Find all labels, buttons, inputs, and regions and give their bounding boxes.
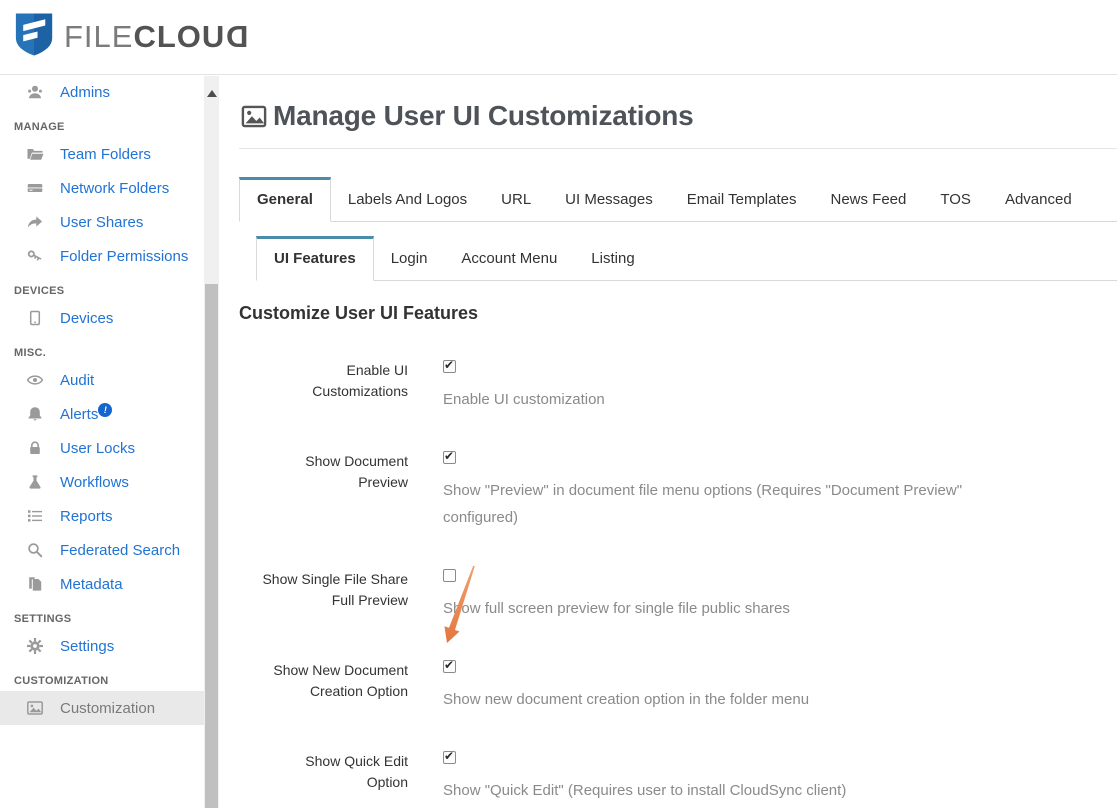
subtab-bar: UI FeaturesLoginAccount MenuListing bbox=[256, 236, 1117, 281]
brand-name: FILECLOUD bbox=[64, 19, 249, 55]
settings-icon bbox=[26, 637, 44, 655]
setting-help-text: Show "Preview" in document file menu opt… bbox=[443, 477, 983, 531]
checkbox-show-new-document-creation-option[interactable] bbox=[443, 660, 456, 673]
sidebar-item-label: Folder Permissions bbox=[60, 248, 188, 265]
subtab-ui-features[interactable]: UI Features bbox=[256, 236, 374, 281]
filecloud-shield-icon bbox=[14, 11, 54, 63]
tab-news-feed[interactable]: News Feed bbox=[814, 178, 924, 221]
devices-icon bbox=[26, 309, 44, 327]
tab-ui-messages[interactable]: UI Messages bbox=[548, 178, 670, 221]
sidebar-section-customization: CUSTOMIZATION bbox=[0, 663, 204, 691]
setting-label: Enable UICustomizations bbox=[239, 360, 408, 413]
alerts-badge: ! bbox=[98, 403, 112, 417]
title-divider bbox=[239, 148, 1117, 149]
setting-row-show-new-document-creation-option: Show New DocumentCreation Option Show new… bbox=[239, 660, 1117, 713]
audit-icon bbox=[26, 371, 44, 389]
reports-icon bbox=[26, 507, 44, 525]
sidebar-item-label: Devices bbox=[60, 310, 113, 327]
tab-bar: GeneralLabels And LogosURLUI MessagesEma… bbox=[239, 177, 1117, 222]
image-icon bbox=[239, 103, 269, 130]
customization-icon bbox=[26, 699, 44, 717]
sidebar-item-label: Alerts bbox=[60, 406, 98, 423]
tab-url[interactable]: URL bbox=[484, 178, 548, 221]
main-content: Manage User UI Customizations GeneralLab… bbox=[219, 75, 1117, 808]
sidebar-item-label: Audit bbox=[60, 372, 94, 389]
sidebar-section-manage: MANAGE bbox=[0, 109, 204, 137]
admins-icon bbox=[26, 83, 44, 101]
sidebar-item-label: Network Folders bbox=[60, 180, 169, 197]
sidebar-nav: Admins MANAGE Team Folders Network Folders U… bbox=[0, 75, 204, 808]
tab-tos[interactable]: TOS bbox=[923, 178, 988, 221]
federated-search-icon bbox=[26, 541, 44, 559]
alerts-icon bbox=[26, 405, 44, 423]
settings-form: Enable UICustomizations Enable UI customi… bbox=[239, 360, 1117, 804]
sidebar-item-metadata[interactable]: Metadata bbox=[0, 567, 204, 601]
sidebar-section-misc: MISC. bbox=[0, 335, 204, 363]
checkbox-show-document-preview[interactable] bbox=[443, 451, 456, 464]
network-folders-icon bbox=[26, 179, 44, 197]
setting-label: Show Single File ShareFull Preview bbox=[239, 569, 408, 622]
user-locks-icon bbox=[26, 439, 44, 457]
sidebar-item-customization[interactable]: Customization bbox=[0, 691, 204, 725]
setting-row-enable-ui-customizations: Enable UICustomizations Enable UI customi… bbox=[239, 360, 1117, 413]
setting-row-show-document-preview: Show DocumentPreview Show "Preview" in do… bbox=[239, 451, 1117, 531]
sidebar-item-network-folders[interactable]: Network Folders bbox=[0, 171, 204, 205]
sidebar-item-label: Team Folders bbox=[60, 146, 151, 163]
workflows-icon bbox=[26, 473, 44, 491]
sidebar-item-alerts[interactable]: Alerts! bbox=[0, 397, 204, 431]
page-title: Manage User UI Customizations bbox=[273, 100, 694, 132]
setting-label: Show Quick EditOption bbox=[239, 751, 408, 804]
setting-row-show-quick-edit-option: Show Quick EditOption Show "Quick Edit" (… bbox=[239, 751, 1117, 804]
checkbox-enable-ui-customizations[interactable] bbox=[443, 360, 456, 373]
sidebar-item-label: Workflows bbox=[60, 474, 129, 491]
setting-help-text: Show new document creation option in the… bbox=[443, 686, 809, 713]
tab-labels-and-logos[interactable]: Labels And Logos bbox=[331, 178, 484, 221]
sidebar-section-devices: DEVICES bbox=[0, 273, 204, 301]
sidebar-item-devices[interactable]: Devices bbox=[0, 301, 204, 335]
section-heading: Customize User UI Features bbox=[239, 303, 1117, 324]
sidebar-item-label: Settings bbox=[60, 638, 114, 655]
sidebar-item-admins[interactable]: Admins bbox=[0, 75, 204, 109]
sidebar-item-label: Federated Search bbox=[60, 542, 180, 559]
sidebar-item-label: Customization bbox=[60, 700, 155, 717]
sidebar-item-audit[interactable]: Audit bbox=[0, 363, 204, 397]
filecloud-logo[interactable]: FILECLOUD bbox=[14, 11, 249, 63]
setting-row-show-single-file-share-full-preview: Show Single File ShareFull Preview Show f… bbox=[239, 569, 1117, 622]
setting-label: Show New DocumentCreation Option bbox=[239, 660, 408, 713]
checkbox-show-single-file-share-full-preview[interactable] bbox=[443, 569, 456, 582]
top-header: FILECLOUD bbox=[0, 0, 1117, 75]
metadata-icon bbox=[26, 575, 44, 593]
sidebar-section-settings: SETTINGS bbox=[0, 601, 204, 629]
sidebar-scrollbar[interactable] bbox=[204, 76, 219, 808]
checkbox-show-quick-edit-option[interactable] bbox=[443, 751, 456, 764]
sidebar-item-federated-search[interactable]: Federated Search bbox=[0, 533, 204, 567]
subtab-account-menu[interactable]: Account Menu bbox=[444, 237, 574, 280]
sidebar-item-label: Admins bbox=[60, 84, 110, 101]
sidebar-item-label: User Shares bbox=[60, 214, 143, 231]
setting-label: Show DocumentPreview bbox=[239, 451, 408, 531]
sidebar-item-settings[interactable]: Settings bbox=[0, 629, 204, 663]
setting-help-text: Show full screen preview for single file… bbox=[443, 595, 790, 622]
sidebar-item-team-folders[interactable]: Team Folders bbox=[0, 137, 204, 171]
folder-permissions-icon bbox=[26, 247, 44, 265]
setting-help-text: Enable UI customization bbox=[443, 386, 605, 413]
subtab-listing[interactable]: Listing bbox=[574, 237, 651, 280]
sidebar-item-workflows[interactable]: Workflows bbox=[0, 465, 204, 499]
sidebar-item-label: Metadata bbox=[60, 576, 123, 593]
sidebar-item-user-shares[interactable]: User Shares bbox=[0, 205, 204, 239]
tab-email-templates[interactable]: Email Templates bbox=[670, 178, 814, 221]
setting-help-text: Show "Quick Edit" (Requires user to inst… bbox=[443, 777, 846, 804]
sidebar-item-folder-permissions[interactable]: Folder Permissions bbox=[0, 239, 204, 273]
scrollbar-up-arrow-icon[interactable] bbox=[207, 90, 217, 97]
tab-general[interactable]: General bbox=[239, 177, 331, 222]
tab-advanced[interactable]: Advanced bbox=[988, 178, 1089, 221]
sidebar-item-label: Reports bbox=[60, 508, 113, 525]
sidebar-item-label: User Locks bbox=[60, 440, 135, 457]
sidebar-item-user-locks[interactable]: User Locks bbox=[0, 431, 204, 465]
user-shares-icon bbox=[26, 213, 44, 231]
sidebar-item-reports[interactable]: Reports bbox=[0, 499, 204, 533]
subtab-login[interactable]: Login bbox=[374, 237, 445, 280]
team-folders-icon bbox=[26, 145, 44, 163]
sidebar-scrollbar-thumb[interactable] bbox=[205, 284, 218, 808]
